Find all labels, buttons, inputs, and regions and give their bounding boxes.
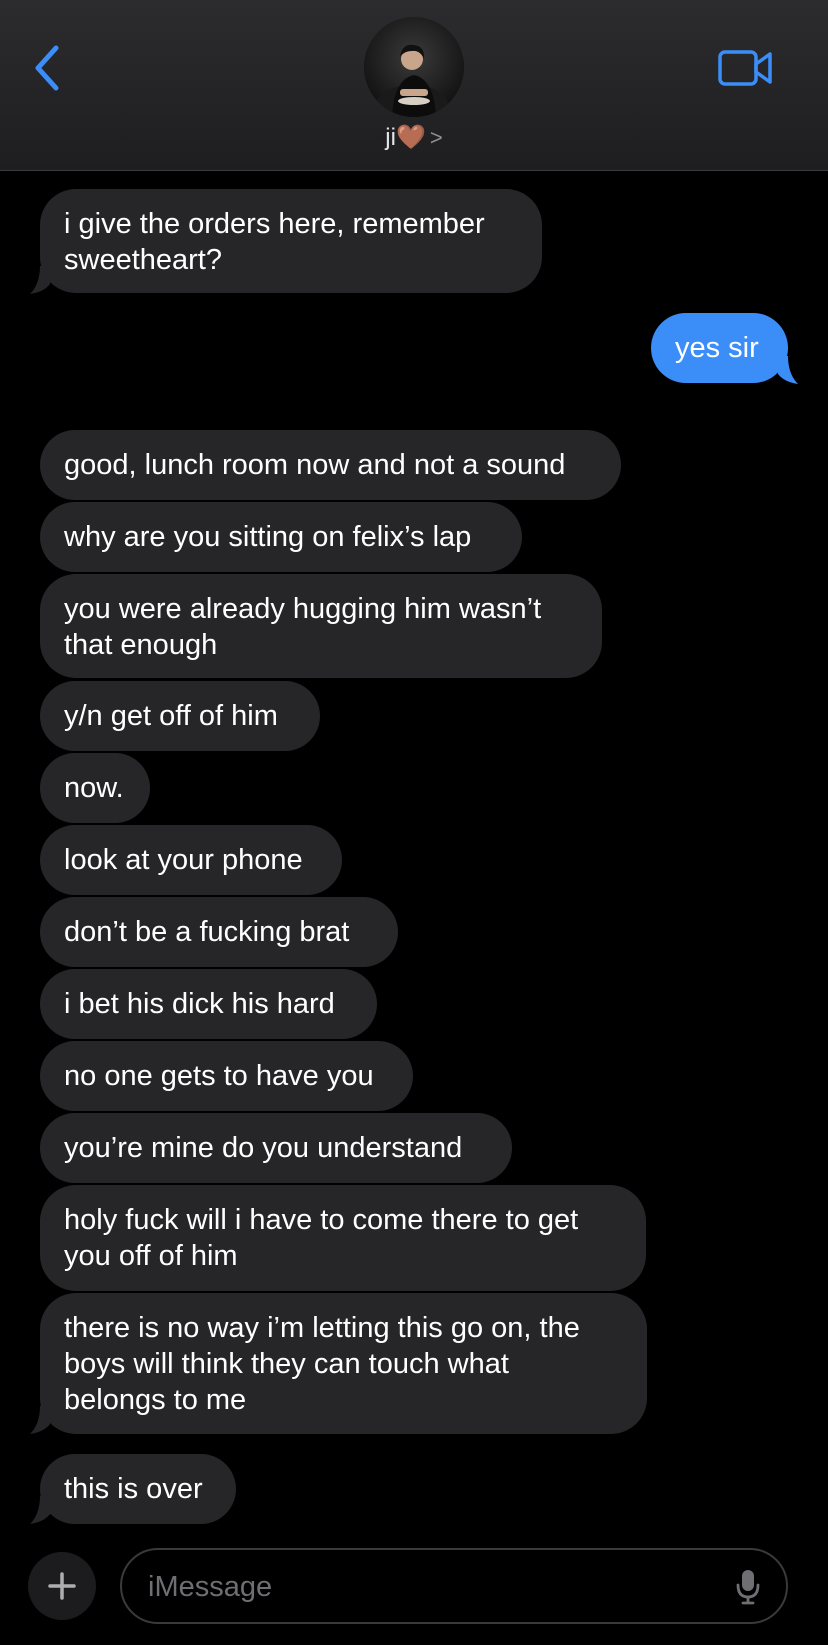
message-text: now. bbox=[64, 772, 124, 804]
incoming-message[interactable]: i give the orders here, remember sweethe… bbox=[40, 189, 542, 293]
message-text: this is over bbox=[64, 1473, 203, 1505]
incoming-message[interactable]: look at your phone bbox=[40, 825, 342, 895]
bubble-tail bbox=[30, 1496, 50, 1524]
incoming-message[interactable]: now. bbox=[40, 753, 150, 823]
bubble-tail bbox=[30, 1406, 50, 1434]
message-text: you’re mine do you understand bbox=[64, 1132, 463, 1164]
conversation-header: ji🤎 > bbox=[0, 0, 828, 171]
facetime-video-button[interactable] bbox=[716, 44, 776, 92]
avatar-photo bbox=[364, 17, 464, 117]
message-text: holy fuck will i have to come there to g… bbox=[64, 1204, 579, 1272]
message-text: look at your phone bbox=[64, 844, 303, 876]
bubble-tail bbox=[30, 266, 50, 294]
dictation-button[interactable] bbox=[730, 1566, 766, 1608]
message-text: you were already hugging him wasn’t that… bbox=[64, 593, 542, 661]
message-text: don’t be a fucking brat bbox=[64, 916, 350, 948]
incoming-message[interactable]: no one gets to have you bbox=[40, 1041, 413, 1111]
incoming-message[interactable]: don’t be a fucking brat bbox=[40, 897, 398, 967]
incoming-message[interactable]: you were already hugging him wasn’t that… bbox=[40, 574, 602, 678]
incoming-message[interactable]: good, lunch room now and not a sound bbox=[40, 430, 621, 500]
back-button[interactable] bbox=[26, 40, 66, 96]
video-camera-icon bbox=[718, 50, 772, 86]
incoming-message[interactable]: there is no way i’m letting this go on, … bbox=[40, 1293, 647, 1434]
outgoing-message[interactable]: yes sir bbox=[651, 313, 788, 383]
incoming-message[interactable]: i bet his dick his hard bbox=[40, 969, 377, 1039]
message-text: good, lunch room now and not a sound bbox=[64, 449, 566, 481]
message-text: y/n get off of him bbox=[64, 700, 278, 732]
incoming-message[interactable]: this is over bbox=[40, 1454, 236, 1524]
message-text: yes sir bbox=[675, 332, 759, 364]
message-text: why are you sitting on felix’s lap bbox=[64, 521, 472, 553]
avatar[interactable] bbox=[364, 17, 464, 117]
incoming-message[interactable]: why are you sitting on felix’s lap bbox=[40, 502, 522, 572]
chevron-right-icon: > bbox=[429, 125, 443, 150]
chevron-left-icon bbox=[35, 45, 59, 91]
message-text: i bet his dick his hard bbox=[64, 988, 335, 1020]
contact-name: ji🤎 bbox=[385, 124, 426, 151]
incoming-message[interactable]: you’re mine do you understand bbox=[40, 1113, 512, 1183]
message-composer bbox=[120, 1548, 788, 1624]
imessage-input[interactable] bbox=[146, 1564, 710, 1610]
incoming-message[interactable]: y/n get off of him bbox=[40, 681, 320, 751]
incoming-message[interactable]: holy fuck will i have to come there to g… bbox=[40, 1185, 646, 1291]
plus-icon bbox=[48, 1572, 76, 1600]
contact-name-button[interactable]: ji🤎 > bbox=[0, 122, 828, 154]
message-text: no one gets to have you bbox=[64, 1060, 374, 1092]
apps-plus-button[interactable] bbox=[28, 1552, 96, 1620]
microphone-icon bbox=[736, 1570, 760, 1605]
message-text: i give the orders here, remember sweethe… bbox=[64, 208, 485, 276]
message-text: there is no way i’m letting this go on, … bbox=[64, 1312, 580, 1416]
bubble-tail bbox=[778, 356, 798, 384]
